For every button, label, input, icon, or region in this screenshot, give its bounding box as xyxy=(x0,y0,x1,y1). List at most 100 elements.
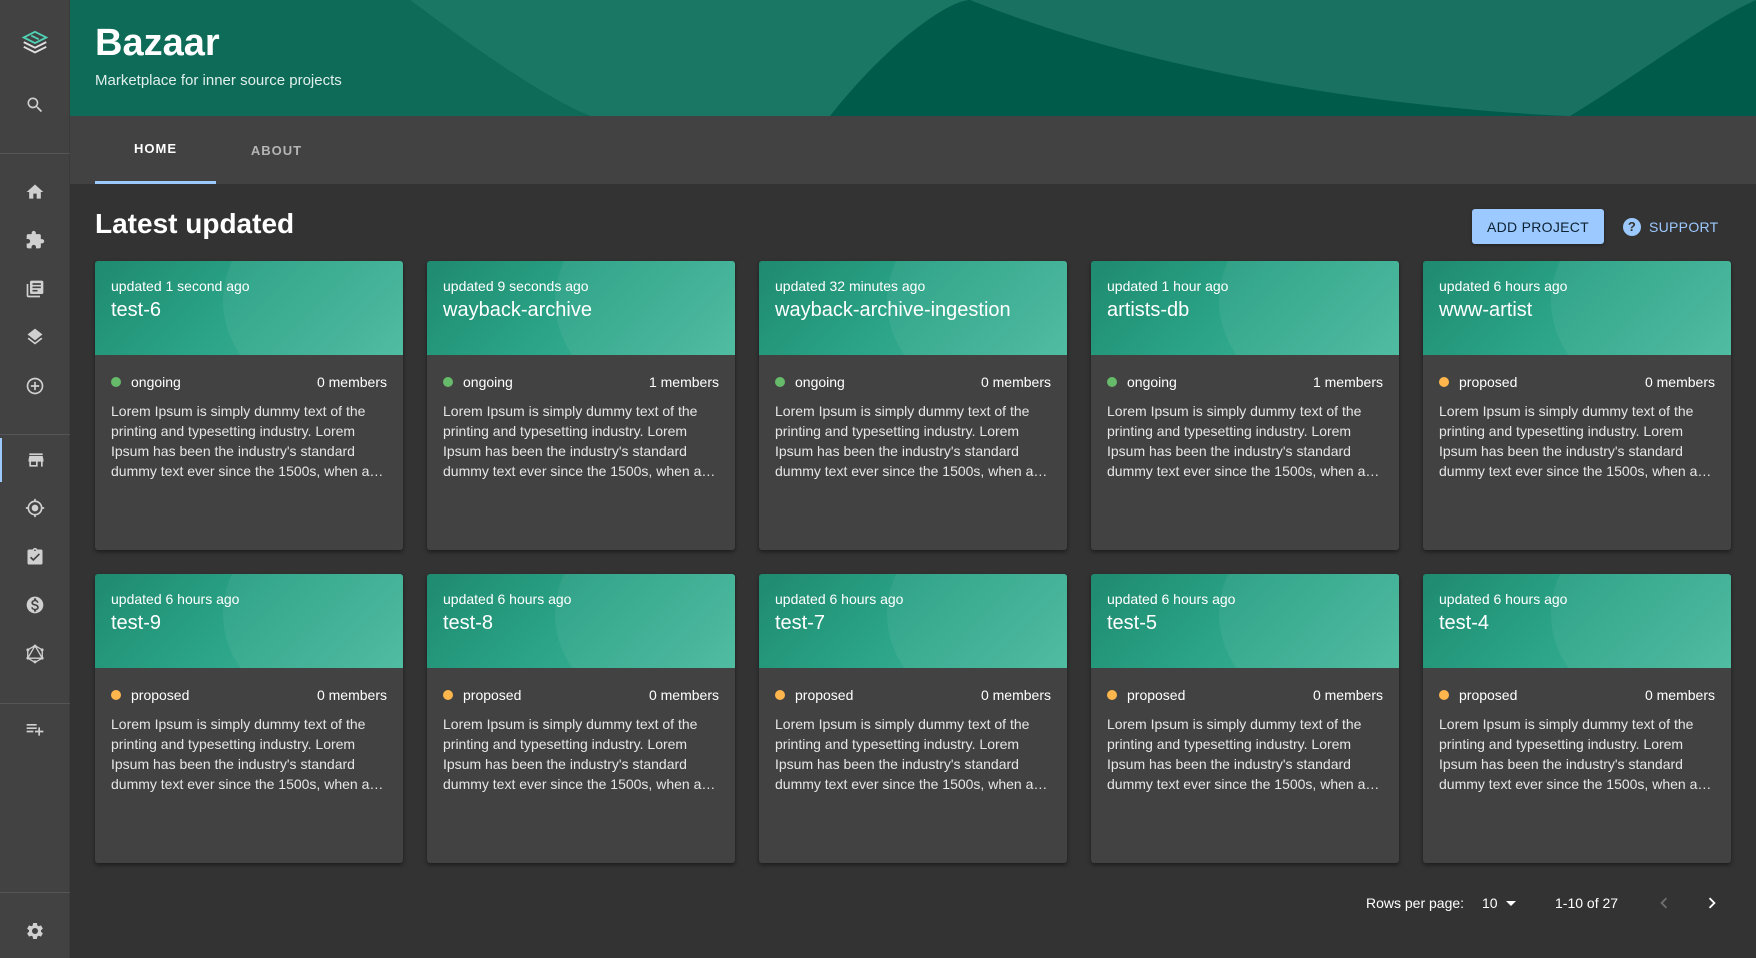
project-description: Lorem Ipsum is simply dummy text of the … xyxy=(111,716,378,792)
project-card[interactable]: updated 6 hours ago test-9 proposed 0 me… xyxy=(95,574,403,863)
status-dot-icon xyxy=(1107,690,1117,700)
project-card-header: updated 1 hour ago artists-db xyxy=(1091,261,1399,355)
project-name: test-9 xyxy=(111,612,162,634)
project-card-header: updated 6 hours ago test-8 xyxy=(427,574,735,668)
storefront-icon[interactable] xyxy=(0,438,70,482)
assignment-check-icon[interactable] xyxy=(0,535,70,579)
project-name: artists-db xyxy=(1107,299,1190,321)
status-dot-icon xyxy=(1439,377,1449,387)
layers-icon[interactable] xyxy=(0,315,70,359)
project-status-label: proposed xyxy=(1127,687,1186,703)
project-card[interactable]: updated 6 hours ago test-7 proposed 0 me… xyxy=(759,574,1067,863)
extension-icon[interactable] xyxy=(0,218,70,262)
project-description: Lorem Ipsum is simply dummy text of the … xyxy=(443,403,710,479)
gear-icon[interactable] xyxy=(0,909,70,953)
project-description: Lorem Ipsum is simply dummy text of the … xyxy=(111,403,378,479)
project-updated: updated 32 minutes ago xyxy=(775,278,926,294)
project-description: Lorem Ipsum is simply dummy text of the … xyxy=(1439,716,1706,792)
rows-per-page-select[interactable]: 10 xyxy=(1482,888,1516,918)
project-meta: proposed 0 members xyxy=(427,682,735,708)
home-icon[interactable] xyxy=(0,170,70,214)
project-name: test-5 xyxy=(1107,612,1158,634)
project-members: 0 members xyxy=(316,374,387,390)
header-wave-decoration xyxy=(70,0,1756,116)
money-icon[interactable] xyxy=(0,583,70,627)
project-members: 0 members xyxy=(1312,687,1383,703)
project-card[interactable]: updated 6 hours ago www-artist proposed … xyxy=(1423,261,1731,550)
project-updated: updated 1 second ago xyxy=(111,278,250,294)
status-dot-icon xyxy=(443,690,453,700)
project-card-header: updated 9 seconds ago wayback-archive xyxy=(427,261,735,355)
project-status-label: ongoing xyxy=(131,374,181,390)
project-meta: ongoing 1 members xyxy=(1091,369,1399,395)
playlist-add-icon[interactable] xyxy=(0,707,70,751)
app-logo-icon[interactable] xyxy=(0,22,70,66)
status-dot-icon xyxy=(111,377,121,387)
project-name: test-8 xyxy=(443,612,494,634)
status-dot-icon xyxy=(111,690,121,700)
project-card-header: updated 6 hours ago test-5 xyxy=(1091,574,1399,668)
project-description: Lorem Ipsum is simply dummy text of the … xyxy=(1439,403,1706,479)
project-updated: updated 1 hour ago xyxy=(1107,278,1229,294)
project-status: ongoing xyxy=(1107,374,1177,390)
graphql-icon[interactable] xyxy=(0,632,70,676)
project-status: proposed xyxy=(111,687,189,703)
project-status-label: ongoing xyxy=(1127,374,1177,390)
gps-target-icon[interactable] xyxy=(0,486,70,530)
rows-per-page-label: Rows per page: xyxy=(1366,895,1465,911)
sidebar-divider xyxy=(0,892,70,893)
project-members: 0 members xyxy=(316,687,387,703)
project-card-header: updated 6 hours ago www-artist xyxy=(1423,261,1731,355)
project-card[interactable]: updated 1 second ago test-6 ongoing 0 me… xyxy=(95,261,403,550)
library-books-icon[interactable] xyxy=(0,267,70,311)
status-dot-icon xyxy=(443,377,453,387)
project-members: 0 members xyxy=(1644,687,1715,703)
project-name: test-6 xyxy=(111,299,162,321)
project-card[interactable]: updated 9 seconds ago wayback-archive on… xyxy=(427,261,735,550)
project-members: 0 members xyxy=(648,687,719,703)
support-button[interactable]: ? SUPPORT xyxy=(1623,209,1727,244)
project-meta: proposed 0 members xyxy=(1423,682,1731,708)
project-members: 0 members xyxy=(980,687,1051,703)
project-card[interactable]: updated 6 hours ago test-5 proposed 0 me… xyxy=(1091,574,1399,863)
next-page-button[interactable] xyxy=(1700,888,1724,918)
status-dot-icon xyxy=(775,377,785,387)
project-status: proposed xyxy=(1439,687,1517,703)
sidebar-divider xyxy=(0,153,70,154)
section-title: Latest updated xyxy=(95,208,295,239)
project-description: Lorem Ipsum is simply dummy text of the … xyxy=(443,716,710,792)
support-label: SUPPORT xyxy=(1649,218,1719,235)
project-name: wayback-archive-ingestion xyxy=(775,299,1011,321)
project-card[interactable]: updated 6 hours ago test-8 proposed 0 me… xyxy=(427,574,735,863)
chevron-left-icon xyxy=(1660,897,1668,909)
project-members: 1 members xyxy=(1312,374,1383,390)
tab-bar: HOME ABOUT xyxy=(70,116,1756,184)
project-status: proposed xyxy=(443,687,521,703)
project-members: 0 members xyxy=(1644,374,1715,390)
project-card[interactable]: updated 32 minutes ago wayback-archive-i… xyxy=(759,261,1067,550)
project-card[interactable]: updated 6 hours ago test-4 proposed 0 me… xyxy=(1423,574,1731,863)
add-circle-icon[interactable] xyxy=(0,364,70,408)
sidebar xyxy=(0,0,70,958)
page-title: Bazaar xyxy=(95,22,220,64)
previous-page-button[interactable] xyxy=(1652,888,1676,918)
add-project-button[interactable]: ADD PROJECT xyxy=(1472,209,1604,244)
chevron-right-icon xyxy=(1708,897,1716,909)
project-card[interactable]: updated 1 hour ago artists-db ongoing 1 … xyxy=(1091,261,1399,550)
tab-about[interactable]: ABOUT xyxy=(216,116,337,184)
project-description: Lorem Ipsum is simply dummy text of the … xyxy=(775,403,1042,479)
project-updated: updated 6 hours ago xyxy=(111,591,240,607)
search-icon[interactable] xyxy=(0,83,70,127)
page-header: Bazaar Marketplace for inner source proj… xyxy=(70,0,1756,116)
project-meta: proposed 0 members xyxy=(1423,369,1731,395)
sidebar-divider xyxy=(0,703,70,704)
caret-down-icon xyxy=(1505,900,1516,906)
project-name: www-artist xyxy=(1439,299,1533,321)
project-status-label: ongoing xyxy=(463,374,513,390)
tab-home[interactable]: HOME xyxy=(95,116,216,184)
project-status: proposed xyxy=(1439,374,1517,390)
project-members: 1 members xyxy=(648,374,719,390)
project-status-label: proposed xyxy=(131,687,190,703)
project-status-label: proposed xyxy=(795,687,854,703)
pagination-range: 1-10 of 27 xyxy=(1555,895,1619,911)
